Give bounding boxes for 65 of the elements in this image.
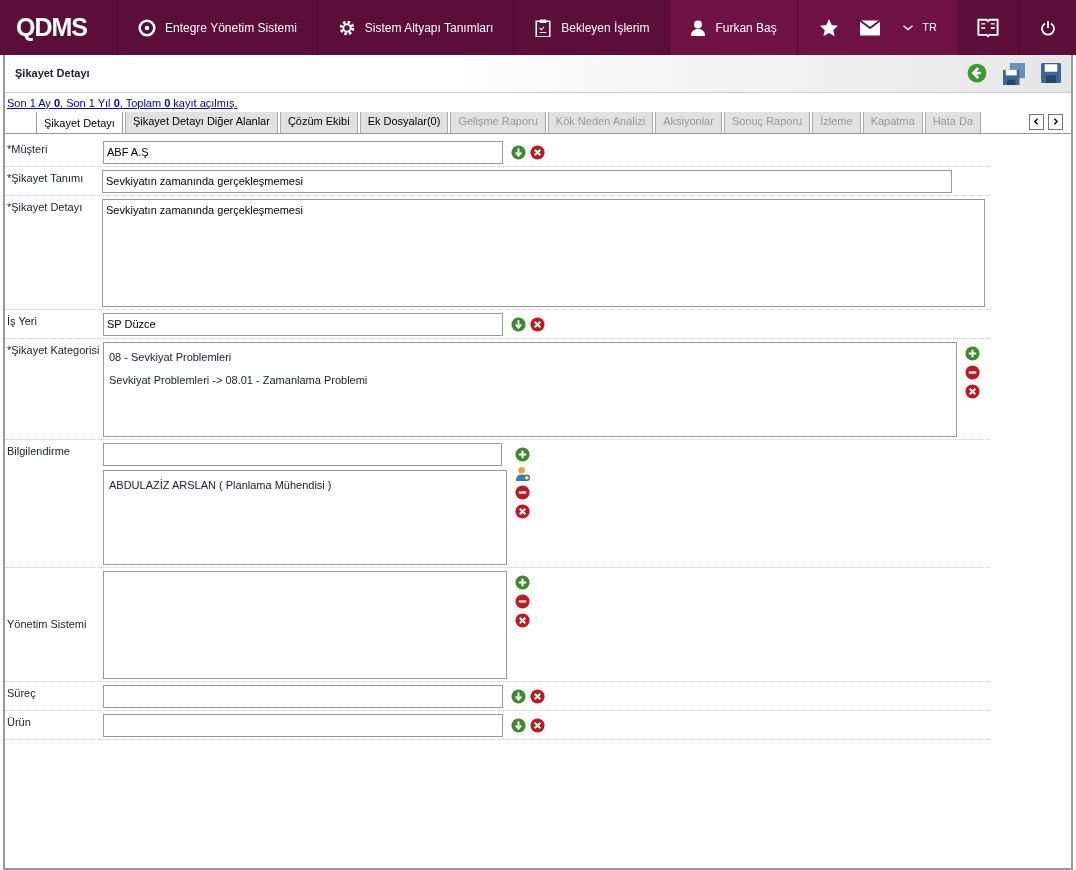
- save-all-icon[interactable]: [1003, 62, 1025, 85]
- clear-icon[interactable]: [530, 144, 545, 160]
- save-icon[interactable]: [1041, 62, 1061, 83]
- field-label: *Şikayet Kategorisi: [6, 342, 101, 358]
- add-icon[interactable]: [965, 345, 980, 361]
- list-item[interactable]: ABDULAZİZ ARSLAN ( Planlama Mühendisi ): [109, 476, 501, 493]
- clear-icon[interactable]: [515, 612, 530, 628]
- chevron-left-icon: [1032, 117, 1041, 126]
- clear-icon[interactable]: [515, 503, 530, 519]
- download-icon[interactable]: [511, 717, 526, 733]
- clipboard-icon: [534, 18, 553, 37]
- scroll-right-button[interactable]: [1048, 113, 1063, 130]
- field-label: İş Yeri: [6, 313, 38, 329]
- input-field[interactable]: Sevkiyatın zamanında gerçekleşmemesi: [102, 169, 952, 193]
- list-item[interactable]: 08 - Sevkiyat Problemleri: [109, 348, 951, 365]
- clear-icon[interactable]: [530, 316, 545, 332]
- list-box[interactable]: [103, 570, 507, 679]
- tab[interactable]: Şikayet Detayı: [36, 111, 123, 133]
- remove-icon[interactable]: [515, 484, 530, 500]
- tab[interactable]: Şikayet Detayı Diğer Alanlar: [124, 111, 278, 133]
- input-field[interactable]: [103, 684, 503, 708]
- user-name[interactable]: Furkan Baş: [715, 18, 777, 37]
- star-icon[interactable]: [820, 18, 839, 37]
- user-icon: [690, 19, 707, 36]
- page-title: Şikayet Detayı: [15, 66, 90, 82]
- field-label: Yönetim Sistemi: [6, 617, 88, 633]
- clear-icon[interactable]: [965, 383, 980, 399]
- field-label: Süreç: [6, 685, 37, 701]
- download-icon[interactable]: [511, 144, 526, 160]
- power-icon[interactable]: [1040, 19, 1056, 36]
- clear-icon[interactable]: [530, 688, 545, 704]
- chevron-right-icon: [1051, 117, 1060, 126]
- language-selector[interactable]: TR: [922, 19, 937, 36]
- field-label: Bilgilendirme: [6, 443, 71, 459]
- input-field[interactable]: [103, 442, 502, 466]
- field-label: *Şikayet Detayı: [6, 199, 84, 215]
- add-icon[interactable]: [515, 574, 530, 590]
- add-icon[interactable]: [515, 446, 530, 462]
- q-logo-icon: [138, 18, 156, 37]
- remove-icon[interactable]: [515, 593, 530, 609]
- mail-icon[interactable]: [860, 17, 881, 38]
- list-box[interactable]: ABDULAZİZ ARSLAN ( Planlama Mühendisi ): [103, 469, 507, 565]
- tab[interactable]: Çözüm Ekibi: [279, 111, 358, 133]
- text-area[interactable]: Sevkiyatın zamanında gerçekleşmemesi: [102, 198, 985, 307]
- record-summary-link[interactable]: Son 1 Ay 0, Son 1 Yıl 0, Toplam 0 kayıt açılmış.: [5, 93, 238, 112]
- field-label: *Şikayet Tanımı: [6, 170, 85, 186]
- list-item[interactable]: Sevkiyat Problemleri -> 08.01 - Zamanlama Problemi: [109, 372, 951, 389]
- add-person-icon[interactable]: [515, 465, 530, 481]
- remove-icon[interactable]: [965, 364, 980, 380]
- field-label: *Müşteri: [6, 141, 49, 157]
- input-field[interactable]: [103, 713, 503, 737]
- book-icon[interactable]: [977, 16, 999, 39]
- download-icon[interactable]: [511, 688, 526, 704]
- list-box[interactable]: 08 - Sevkiyat Problemleri Sevkiyat Problemleri -> 08.01 - Zamanlama Problemi: [103, 341, 957, 437]
- settings-icon: [337, 18, 356, 37]
- input-field[interactable]: ABF A.Ş: [103, 140, 503, 164]
- download-icon[interactable]: [511, 316, 526, 332]
- clear-icon[interactable]: [530, 717, 545, 733]
- back-icon[interactable]: [967, 62, 987, 83]
- field-label: Ürün: [6, 714, 32, 730]
- tab[interactable]: Ek Dosyalar(0): [359, 111, 449, 133]
- logo: QDMS: [0, 0, 118, 55]
- menu-item[interactable]: Bekleyen İşlerim: [561, 18, 650, 37]
- input-field[interactable]: SP Düzce: [103, 312, 503, 336]
- scroll-left-button[interactable]: [1029, 113, 1044, 130]
